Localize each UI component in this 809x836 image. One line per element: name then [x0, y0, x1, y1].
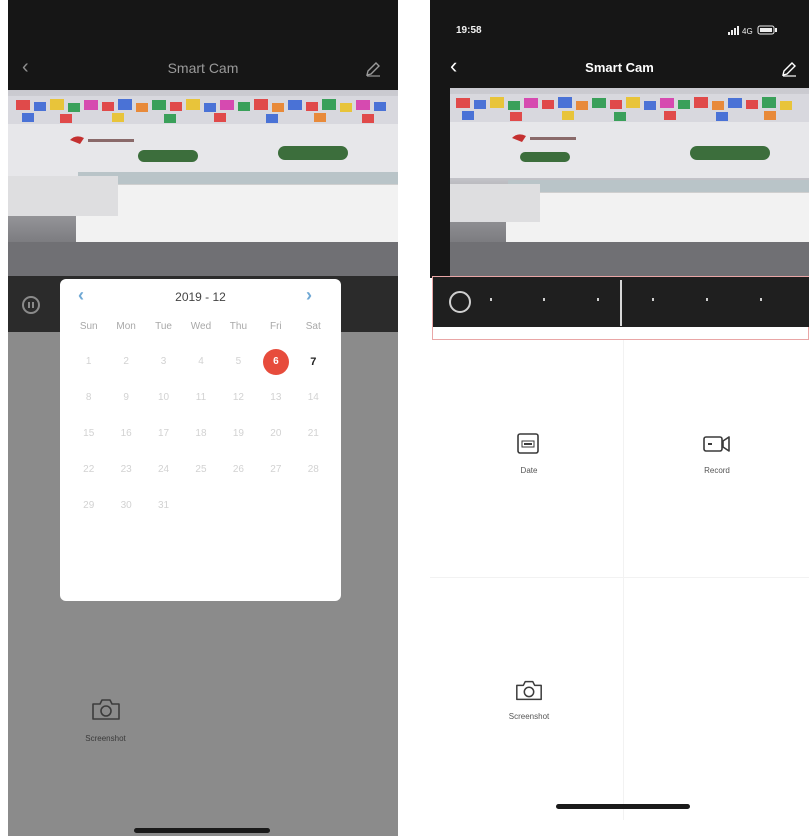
timeline-playhead[interactable]	[620, 280, 622, 326]
calendar-days-grid: 1 2 3 4 5 6 7 8 9 10 11 12 13 14 15 16 17 18 19 20 21 22 23 24 2…	[70, 349, 332, 519]
calendar-icon[interactable]	[514, 431, 544, 457]
status-bar	[8, 0, 398, 48]
flags-banner	[450, 94, 809, 124]
calendar-day: 12	[232, 392, 244, 403]
calendar-day: 2	[123, 356, 129, 367]
network-label: 4G	[742, 27, 753, 36]
reception-desk	[76, 182, 398, 245]
desk-glass	[508, 180, 809, 192]
calendar-month-label: 2019 - 12	[175, 290, 226, 304]
selected-day-label: 6	[262, 349, 289, 375]
hd-toggle-icon[interactable]	[449, 291, 471, 313]
plants	[278, 146, 348, 160]
edit-icon[interactable]	[780, 60, 798, 78]
weekday-label: Sun	[79, 321, 98, 332]
right-phone-screen: 19:58 4G ‹ Smart Cam Date Record Screens…	[430, 0, 809, 836]
weekday-label: Thu	[229, 321, 248, 332]
reception-desk	[506, 190, 809, 245]
screenshot-label: Screenshot	[508, 712, 550, 721]
calendar-day: 29	[83, 500, 95, 511]
weekday-label: Sat	[305, 321, 321, 332]
timeline-tick	[543, 298, 545, 301]
record-label: Record	[704, 466, 730, 475]
weekday-label: Mon	[116, 321, 136, 332]
wall-logo	[70, 136, 134, 144]
calendar-day: 1	[85, 356, 92, 367]
calendar-day: 21	[307, 428, 319, 439]
left-phone-screen: ‹ Smart Cam ‹ 2019 - 12 › Sun Mon Tue We…	[8, 0, 398, 836]
calendar-day: 17	[158, 428, 170, 439]
floor	[8, 242, 398, 276]
status-icons: 4G	[728, 25, 777, 36]
status-time: 19:58	[456, 25, 482, 36]
camera-live-view[interactable]	[8, 90, 398, 276]
plants	[138, 150, 198, 162]
grid-divider-horizontal	[430, 577, 809, 578]
calendar-day: 27	[270, 464, 282, 475]
timeline-tick	[597, 298, 599, 301]
camera-live-view[interactable]	[450, 88, 809, 276]
calendar-day: 8	[85, 392, 92, 403]
timeline-tick	[760, 298, 762, 301]
calendar-popup: ‹ 2019 - 12 › Sun Mon Tue Wed Thu Fri Sat 1234…	[60, 279, 341, 601]
calendar-day: 11	[195, 392, 207, 403]
plants	[520, 152, 570, 162]
pause-icon[interactable]	[22, 296, 40, 314]
video-record-icon[interactable]	[702, 431, 732, 457]
screenshot-label: Screenshot	[85, 734, 126, 743]
chevron-right-icon[interactable]: ›	[306, 285, 312, 306]
calendar-day: 5	[235, 356, 242, 367]
calendar-day: 13	[270, 392, 282, 403]
wall-logo	[512, 134, 576, 142]
calendar-day: 15	[83, 428, 95, 439]
home-indicator	[134, 828, 270, 833]
timeline-tick	[706, 298, 708, 301]
calendar-day: 30	[120, 500, 132, 511]
calendar-day: 9	[123, 392, 129, 403]
calendar-day: 14	[307, 392, 319, 403]
grid-divider-vertical	[623, 340, 624, 820]
calendar-day: 26	[232, 464, 244, 475]
calendar-day: 16	[120, 428, 132, 439]
calendar-day: 18	[195, 428, 207, 439]
page-title: Smart Cam	[585, 60, 654, 75]
calendar-day: 10	[158, 392, 170, 403]
calendar-day: 23	[120, 464, 132, 475]
page-title: Smart Cam	[167, 60, 239, 76]
desk-glass	[78, 172, 398, 184]
plants	[690, 146, 770, 160]
weekday-label: Tue	[155, 321, 172, 332]
weekday-label: Fri	[269, 321, 282, 332]
date-label: Date	[520, 466, 538, 475]
weekday-header: Sun Mon Tue Wed Thu Fri Sat	[70, 321, 332, 335]
calendar-day: 28	[307, 464, 319, 475]
home-indicator	[556, 804, 690, 809]
calendar-day: 20	[270, 428, 282, 439]
calendar-day: 19	[232, 428, 244, 439]
side-desk	[8, 176, 118, 216]
camera-icon[interactable]	[514, 677, 544, 703]
floor	[450, 242, 809, 276]
calendar-day: 22	[83, 464, 95, 475]
flags-banner	[8, 96, 398, 126]
calendar-day: 4	[198, 356, 204, 367]
calendar-day: 3	[160, 356, 167, 367]
timeline-tick	[490, 298, 492, 301]
timeline-tick	[652, 298, 654, 301]
calendar-day[interactable]: 7	[295, 349, 332, 375]
calendar-day: 25	[195, 464, 207, 475]
calendar-day: 24	[158, 464, 170, 475]
camera-icon[interactable]	[90, 696, 122, 722]
weekday-label: Wed	[190, 321, 212, 332]
calendar-day-selected[interactable]: 6	[257, 349, 294, 375]
side-desk	[450, 184, 540, 222]
edit-icon[interactable]	[364, 60, 382, 78]
calendar-day: 31	[158, 500, 170, 511]
